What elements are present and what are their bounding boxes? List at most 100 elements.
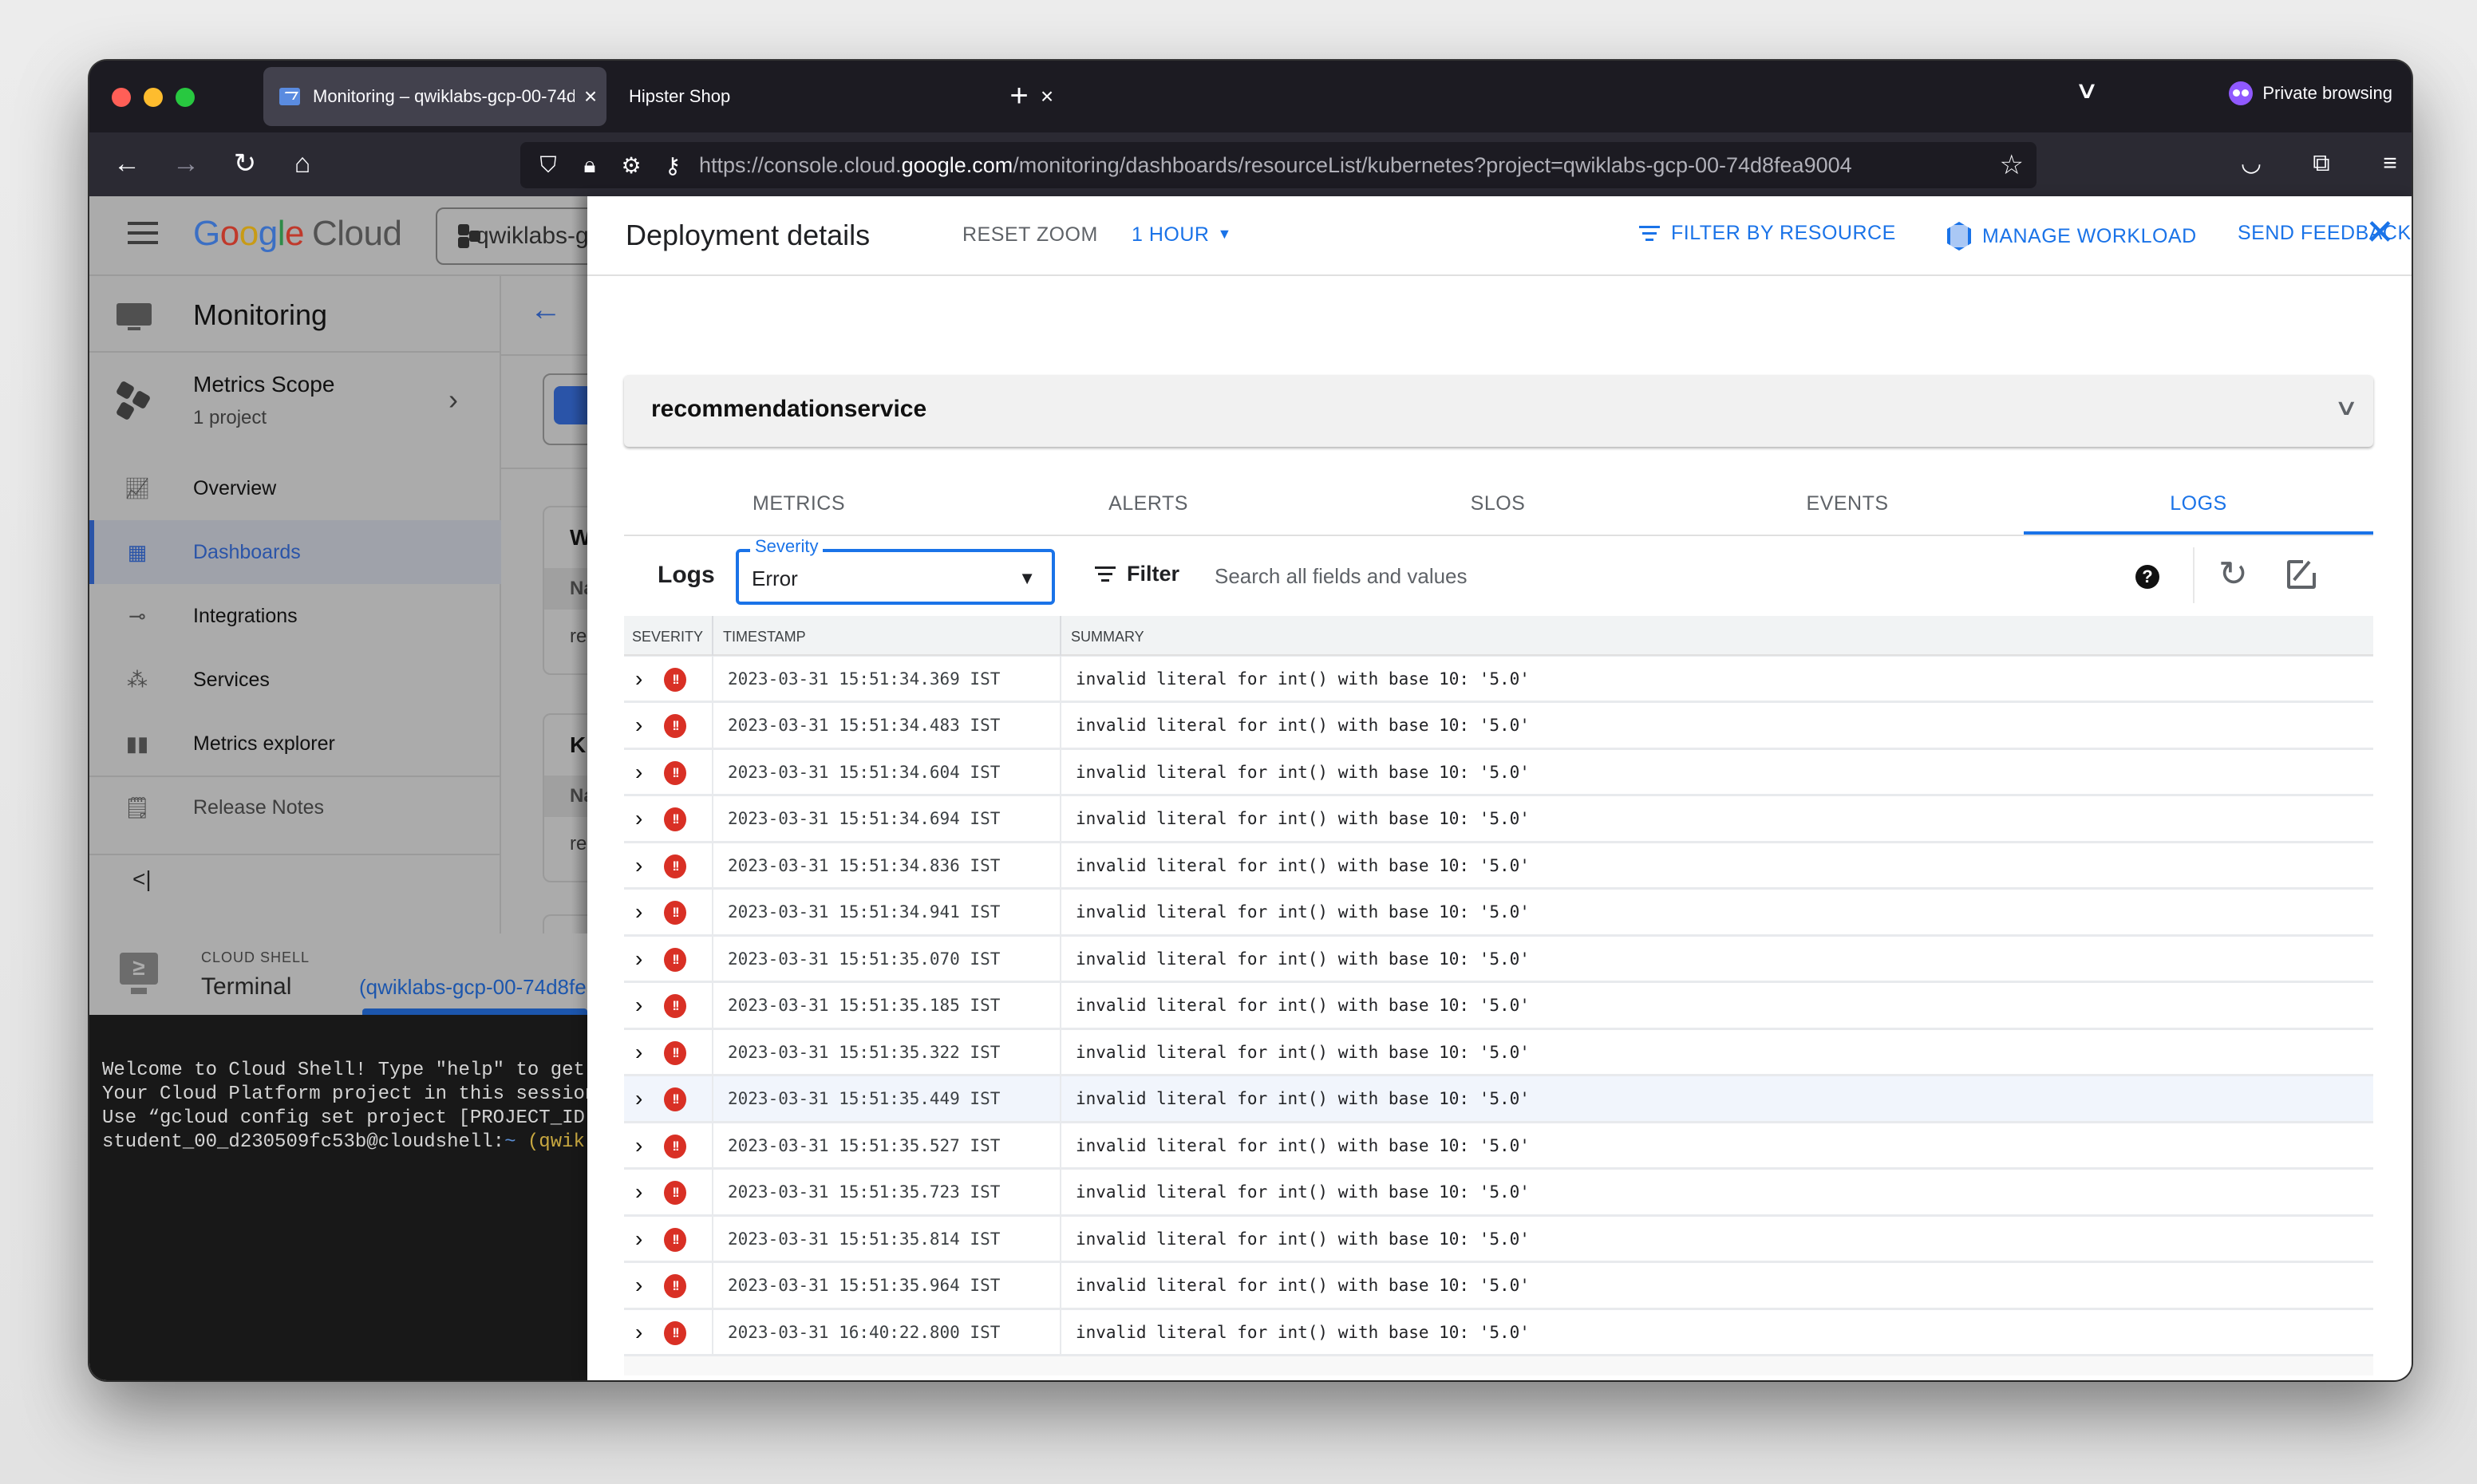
browser-tab-hipster-shop[interactable]: Hipster Shop ×: [616, 67, 1063, 126]
time-range-dropdown[interactable]: 1 HOUR ▼: [1132, 223, 1232, 247]
metrics-scope-button[interactable]: Metrics Scope 1 project ›: [89, 354, 501, 450]
log-search-input[interactable]: [1215, 558, 2092, 594]
expand-chevron-icon[interactable]: ›: [635, 1040, 642, 1065]
log-timestamp: 2023-03-31 15:51:34.483 IST: [728, 716, 1001, 735]
expand-chevron-icon[interactable]: ›: [635, 1320, 642, 1345]
lock-icon[interactable]: 🔒︎: [576, 152, 603, 179]
log-row[interactable]: ›!! 2023-03-31 15:51:35.070 IST invalid li…: [624, 936, 2373, 983]
sidebar-item-label: Integrations: [193, 604, 298, 627]
tab-metrics[interactable]: METRICS: [624, 477, 974, 535]
sidebar-item-release-notes[interactable]: 🗒︎ Release Notes: [89, 776, 501, 839]
severity-select[interactable]: Severity Error ▼: [736, 536, 1055, 605]
maximize-window-button[interactable]: [176, 88, 195, 107]
private-browsing-indicator: Private browsing: [2229, 81, 2392, 105]
log-row[interactable]: ›!! 2023-03-31 15:51:34.941 IST invalid li…: [624, 890, 2373, 937]
expand-chevron-icon[interactable]: ›: [635, 1179, 642, 1205]
url-bar[interactable]: ⛉ 🔒︎ ⚙︎ ⚷ https://console.cloud.google.c…: [520, 142, 2037, 188]
help-icon[interactable]: ?: [2135, 565, 2159, 589]
hamburger-menu-icon[interactable]: ≡: [2370, 144, 2410, 184]
browser-tab-monitoring[interactable]: Monitoring – qwiklabs-gcp-00-74d8fea9004…: [263, 67, 606, 126]
terminal-line: Welcome to Cloud Shell! Type "help" to g…: [102, 1060, 585, 1081]
sidebar-item-dashboards[interactable]: ▦ Dashboards: [89, 520, 501, 584]
back-arrow-icon[interactable]: ←: [530, 292, 562, 328]
log-row[interactable]: ›!! 2023-03-31 15:51:34.604 IST invalid li…: [624, 749, 2373, 796]
sidebar-item-overview[interactable]: 📈︎ Overview: [89, 456, 501, 520]
tab-slos[interactable]: SLOS: [1323, 477, 1673, 535]
log-row[interactable]: ›!! 2023-03-31 15:51:35.814 IST invalid li…: [624, 1216, 2373, 1263]
expand-chevron-icon[interactable]: ›: [635, 666, 642, 692]
log-row[interactable]: ›!! 2023-03-31 15:51:34.483 IST invalid li…: [624, 703, 2373, 750]
close-tab-icon[interactable]: ×: [575, 84, 606, 109]
pocket-icon[interactable]: ◡: [2231, 144, 2271, 184]
close-window-button[interactable]: [112, 88, 131, 107]
log-table-header: SEVERITY TIMESTAMP SUMMARY: [624, 616, 2373, 656]
chevron-down-icon[interactable]: ∨: [2333, 394, 2358, 420]
button-label: MANAGE WORKLOAD: [1982, 224, 2197, 247]
close-icon[interactable]: ✕: [2365, 212, 2395, 253]
sidebar-item-label: Services: [193, 668, 270, 691]
expand-chevron-icon[interactable]: ›: [635, 1226, 642, 1252]
forward-arrow-icon[interactable]: →: [166, 144, 206, 184]
collapse-sidebar-icon[interactable]: <|: [132, 866, 152, 892]
expand-chevron-icon[interactable]: ›: [635, 1133, 642, 1158]
new-tab-button[interactable]: +: [999, 78, 1039, 113]
permissions-icon[interactable]: ⚙︎: [618, 152, 645, 179]
log-row[interactable]: ›!! 2023-03-31 15:51:35.449 IST invalid li…: [624, 1076, 2373, 1123]
log-row[interactable]: ›!! 2023-03-31 16:40:22.800 IST invalid li…: [624, 1309, 2373, 1356]
home-icon[interactable]: ⌂: [282, 144, 322, 184]
sidebar-item-services[interactable]: ⁂ Services: [89, 648, 501, 712]
filter-by-resource-button[interactable]: FILTER BY RESOURCE: [1639, 222, 1896, 245]
gcp-header: GoogleCloud qwiklabs-gcp-00-74d8fea9004: [89, 196, 796, 276]
column-header-summary[interactable]: SUMMARY: [1071, 629, 1144, 645]
expand-chevron-icon[interactable]: ›: [635, 853, 642, 878]
column-header-timestamp[interactable]: TIMESTAMP: [723, 629, 806, 645]
error-severity-icon: !!: [664, 714, 686, 738]
severity-legend: Severity: [750, 536, 824, 557]
list-tabs-chevron-icon[interactable]: ∨: [2075, 77, 2100, 105]
log-row[interactable]: ›!! 2023-03-31 15:51:35.723 IST invalid li…: [624, 1170, 2373, 1217]
sidebar-item-metrics-explorer[interactable]: ▮▮ Metrics explorer: [89, 712, 501, 776]
log-row[interactable]: ›!! 2023-03-31 15:51:34.369 IST invalid li…: [624, 656, 2373, 703]
url-text[interactable]: https://console.cloud.google.com/monitor…: [699, 153, 2000, 178]
expand-chevron-icon[interactable]: ›: [635, 712, 642, 738]
resource-selector[interactable]: recommendationservice ∨: [624, 375, 2373, 447]
expand-chevron-icon[interactable]: ›: [635, 760, 642, 785]
log-row[interactable]: ›!! 2023-03-31 15:51:34.836 IST invalid li…: [624, 843, 2373, 890]
tracking-protection-shield-icon[interactable]: ⛉: [535, 152, 562, 179]
integrations-icon: ⊸: [128, 603, 146, 628]
expand-chevron-icon[interactable]: ›: [635, 1273, 642, 1298]
cell-divider: [712, 890, 713, 934]
tab-alerts[interactable]: ALERTS: [974, 477, 1323, 535]
google-cloud-logo[interactable]: Google Cloud: [193, 214, 402, 254]
filter-button[interactable]: Filter: [1095, 562, 1179, 586]
bookmark-star-icon[interactable]: ☆: [2000, 149, 2024, 181]
expand-chevron-icon[interactable]: ›: [635, 993, 642, 1018]
minimize-window-button[interactable]: [144, 88, 163, 107]
log-table: SEVERITY TIMESTAMP SUMMARY ›!! 2023-03-31…: [624, 616, 2373, 1375]
terminal-output[interactable]: Welcome to Cloud Shell! Type "help" to g…: [89, 1015, 587, 1380]
reset-zoom-button[interactable]: RESET ZOOM: [962, 223, 1098, 247]
tab-logs[interactable]: LOGS: [2024, 477, 2373, 535]
sidebar-item-integrations[interactable]: ⊸ Integrations: [89, 584, 501, 648]
expand-chevron-icon[interactable]: ›: [635, 899, 642, 925]
log-row[interactable]: ›!! 2023-03-31 15:51:34.694 IST invalid li…: [624, 796, 2373, 843]
refresh-icon[interactable]: ↻: [2218, 554, 2248, 594]
reload-icon[interactable]: ↻: [225, 144, 265, 184]
extensions-puzzle-icon[interactable]: ⧉: [2301, 144, 2341, 184]
back-arrow-icon[interactable]: ←: [107, 144, 147, 184]
log-row[interactable]: ›!! 2023-03-31 15:51:35.964 IST invalid li…: [624, 1263, 2373, 1310]
expand-chevron-icon[interactable]: ›: [635, 1086, 642, 1111]
log-row[interactable]: ›!! 2023-03-31 15:51:35.185 IST invalid li…: [624, 983, 2373, 1030]
column-header-severity[interactable]: SEVERITY: [632, 629, 703, 645]
log-row[interactable]: ›!! 2023-03-31 15:51:35.527 IST invalid li…: [624, 1123, 2373, 1170]
open-in-new-icon[interactable]: [2287, 560, 2316, 589]
tab-events[interactable]: EVENTS: [1673, 477, 2022, 535]
manage-workload-button[interactable]: MANAGE WORKLOAD: [1947, 222, 2197, 251]
expand-chevron-icon[interactable]: ›: [635, 806, 642, 831]
overview-chart-icon: 📈︎: [124, 476, 151, 500]
log-row[interactable]: ›!! 2023-03-31 15:51:35.322 IST invalid li…: [624, 1029, 2373, 1076]
key-icon[interactable]: ⚷: [659, 152, 686, 179]
expand-chevron-icon[interactable]: ›: [635, 946, 642, 972]
cell-divider: [712, 1029, 713, 1074]
main-menu-icon[interactable]: [128, 222, 158, 244]
